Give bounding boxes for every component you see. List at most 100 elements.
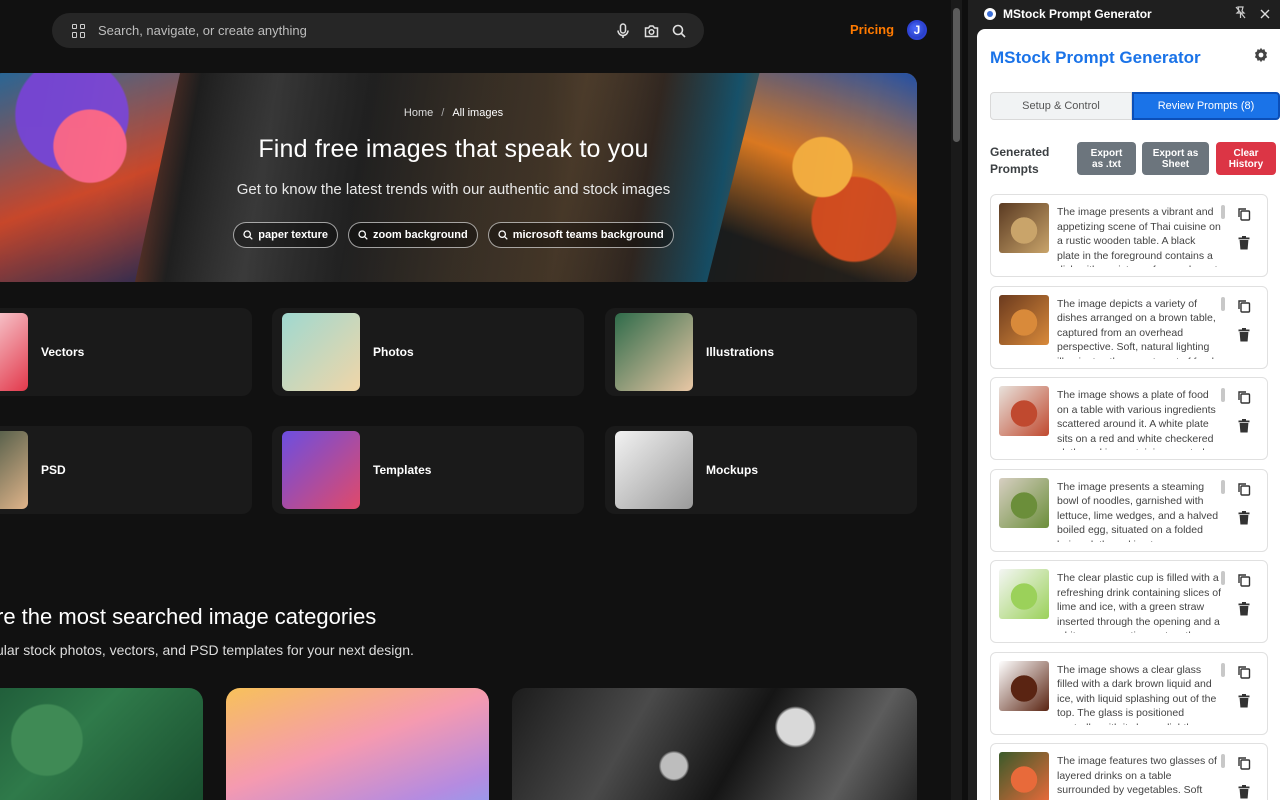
trash-icon[interactable]	[1238, 693, 1250, 708]
tag-label: zoom background	[372, 229, 468, 241]
category-thumbnail	[0, 431, 28, 509]
prompt-thumbnail	[999, 203, 1049, 253]
trash-icon[interactable]	[1238, 419, 1250, 433]
clear-history-button[interactable]: Clear History	[1216, 142, 1276, 175]
category-card-mockups[interactable]: Mockups	[605, 426, 917, 514]
prompt-text-scrollbar[interactable]	[1221, 571, 1225, 585]
tab-review-prompts[interactable]: Review Prompts (8)	[1132, 92, 1280, 120]
camera-icon[interactable]	[642, 22, 660, 40]
prompt-text: The image shows a plate of food on a tab…	[1057, 389, 1216, 450]
microphone-icon[interactable]	[614, 22, 632, 40]
top-bar: Pricing J	[0, 0, 962, 62]
hero-banner: Home / All images Find free images that sp…	[0, 73, 917, 282]
category-image-gradient[interactable]	[226, 688, 489, 800]
category-thumbnail	[615, 431, 693, 509]
search-input[interactable]	[98, 23, 604, 38]
export-sheet-label-2: Sheet	[1161, 158, 1190, 170]
search-icon	[498, 230, 508, 240]
copy-icon[interactable]	[1237, 756, 1251, 770]
prompt-text-scrollbar[interactable]	[1221, 754, 1225, 768]
extension-side-panel: MStock Prompt Generator MStock Prompt Ge…	[968, 0, 1280, 800]
user-avatar[interactable]: J	[907, 20, 927, 40]
tab-setup-control[interactable]: Setup & Control	[990, 92, 1132, 120]
search-bar[interactable]	[52, 13, 704, 48]
tag-microsoft-teams-background[interactable]: microsoft teams background	[487, 222, 674, 248]
prompt-list[interactable]: The image presents a vibrant and appetiz…	[990, 194, 1270, 800]
extension-content: MStock Prompt Generator Setup & Control …	[977, 29, 1280, 800]
breadcrumb-separator: /	[441, 107, 445, 119]
prompt-text: The image depicts a variety of dishes ar…	[1057, 297, 1216, 359]
prompt-text-scrollbar[interactable]	[1221, 479, 1225, 494]
copy-icon[interactable]	[1237, 390, 1251, 404]
hero-title: Find free images that speak to you	[258, 135, 649, 163]
unpin-icon[interactable]	[1235, 6, 1246, 22]
prompt-text: The image shows a clear glass filled wit…	[1057, 663, 1217, 725]
category-image-texture[interactable]	[512, 688, 917, 800]
prompt-card: The image shows a clear glass filled wit…	[990, 651, 1268, 735]
prompt-card: The image depicts a variety of dishes ar…	[990, 285, 1268, 369]
scrollbar-thumb[interactable]	[953, 8, 960, 142]
page-scrollbar[interactable]	[951, 0, 962, 800]
prompt-thumbnail	[999, 477, 1049, 528]
category-label: Photos	[373, 345, 414, 359]
prompt-text-scrollbar[interactable]	[1221, 205, 1225, 219]
copy-icon[interactable]	[1237, 665, 1251, 679]
trash-icon[interactable]	[1238, 327, 1250, 342]
hero-subtitle: Get to know the latest trends with our a…	[236, 181, 671, 198]
prompt-thumbnail	[999, 569, 1049, 619]
trash-icon[interactable]	[1238, 236, 1250, 250]
apps-grid-icon[interactable]	[72, 23, 86, 38]
panel-window-title: MStock Prompt Generator	[1003, 7, 1152, 21]
copy-icon[interactable]	[1237, 482, 1251, 496]
category-label: Mockups	[706, 463, 759, 477]
prompt-text: The image presents a vibrant and appetiz…	[1057, 206, 1221, 267]
search-icon	[243, 230, 254, 240]
website-page: Pricing J Home / All images Find free imag…	[0, 0, 962, 800]
breadcrumb-home[interactable]: Home	[404, 107, 433, 119]
prompt-thumbnail	[999, 294, 1049, 345]
search-icon[interactable]	[670, 22, 688, 40]
tag-label: paper texture	[258, 229, 328, 241]
trash-icon[interactable]	[1238, 602, 1250, 616]
category-card-photos[interactable]: Photos	[272, 308, 584, 396]
category-thumbnail	[0, 313, 28, 391]
prompt-card: The image presents a steaming bowl of no…	[990, 468, 1268, 552]
panel-title-bar: MStock Prompt Generator	[968, 0, 1280, 28]
prompt-thumbnail	[999, 660, 1049, 711]
prompt-text-scrollbar[interactable]	[1221, 388, 1225, 402]
prompt-text-scrollbar[interactable]	[1221, 296, 1225, 311]
trash-icon[interactable]	[1238, 785, 1250, 799]
copy-icon[interactable]	[1237, 573, 1251, 587]
export-sheet-button[interactable]: Export as Sheet	[1142, 142, 1209, 175]
prompt-card: The image features two glasses of layere…	[990, 743, 1268, 800]
section-subtitle: ular stock photos, vectors, and PSD temp…	[0, 642, 414, 658]
export-txt-label-2: as .txt	[1092, 158, 1121, 170]
category-card-illustrations[interactable]: Illustrations	[605, 308, 917, 396]
trash-icon[interactable]	[1238, 510, 1250, 525]
prompt-thumbnail	[999, 386, 1049, 436]
prompt-text: The image presents a steaming bowl of no…	[1057, 480, 1219, 542]
suggested-search-tags: paper texture zoom background microsoft …	[0, 222, 917, 248]
clear-history-label-1: Clear	[1233, 147, 1259, 159]
hero-art-left	[0, 73, 180, 282]
prompt-card: The image shows a plate of food on a tab…	[990, 377, 1268, 460]
copy-icon[interactable]	[1237, 299, 1251, 313]
tag-paper-texture[interactable]: paper texture	[233, 222, 338, 248]
copy-icon[interactable]	[1237, 207, 1251, 221]
gear-icon[interactable]	[1253, 47, 1269, 68]
category-label: PSD	[41, 463, 66, 477]
category-card-psd[interactable]: PSD	[0, 426, 252, 514]
close-icon[interactable]	[1260, 7, 1270, 22]
tag-zoom-background[interactable]: zoom background	[347, 222, 478, 248]
pricing-link[interactable]: Pricing	[850, 22, 894, 37]
tag-label: microsoft teams background	[512, 229, 664, 241]
category-thumbnail	[282, 431, 360, 509]
category-card-templates[interactable]: Templates	[272, 426, 584, 514]
export-txt-label-1: Export	[1090, 147, 1123, 159]
generated-prompts-label-line1: Generated	[990, 145, 1050, 159]
prompt-text-scrollbar[interactable]	[1221, 662, 1225, 677]
export-txt-button[interactable]: Export as .txt	[1077, 142, 1136, 175]
category-card-vectors[interactable]: Vectors	[0, 308, 252, 396]
panel-tabs: Setup & Control Review Prompts (8)	[990, 92, 1280, 120]
category-image-leaves[interactable]	[0, 688, 203, 800]
